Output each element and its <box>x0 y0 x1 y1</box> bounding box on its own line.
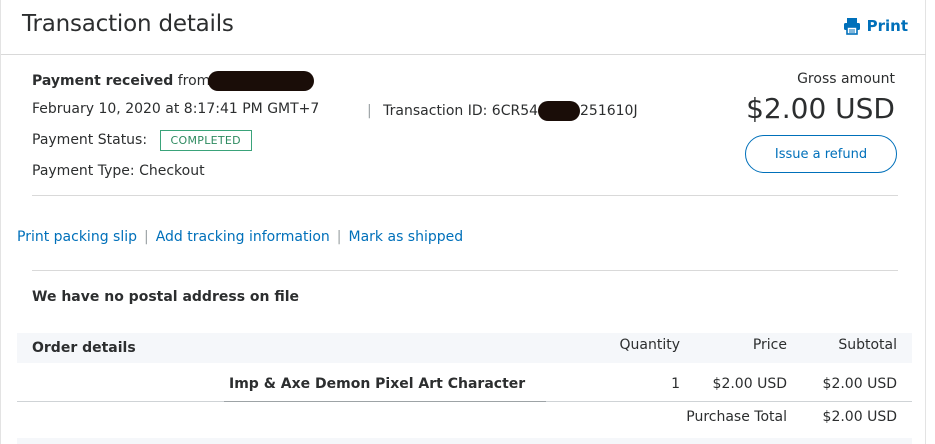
card-header: Transaction details Print <box>1 0 926 55</box>
item-subtotal: $2.00 USD <box>822 376 897 392</box>
summary-divider <box>32 195 898 196</box>
gross-amount: $2.00 USD <box>746 92 895 125</box>
item-quantity: 1 <box>671 376 680 392</box>
redacted-sender <box>208 71 315 91</box>
item-name: Imp & Axe Demon Pixel Art Character <box>229 376 526 392</box>
payment-received-line: Payment received from <box>32 71 315 91</box>
purchase-total-value: $2.00 USD <box>822 409 897 425</box>
printer-icon <box>843 18 860 35</box>
mark-shipped-link[interactable]: Mark as shipped <box>349 229 464 245</box>
payment-received-label: Payment received <box>32 73 174 89</box>
transaction-details-card: Transaction details Print Payment receiv… <box>0 0 926 444</box>
transaction-id-suffix: 251610J <box>580 103 638 119</box>
table-row: Imp & Axe Demon Pixel Art Character 1 $2… <box>17 376 912 402</box>
row-divider <box>17 401 224 402</box>
price-header: Price <box>752 337 787 353</box>
purchase-total-row: Purchase Total $2.00 USD <box>17 409 912 433</box>
separator: | <box>367 103 372 119</box>
transaction-id-label: Transaction ID: 6CR54 <box>383 103 539 119</box>
page-title: Transaction details <box>22 11 234 37</box>
order-actions: Print packing slip | Add tracking informat… <box>17 229 463 245</box>
postal-address-notice: We have no postal address on file <box>32 289 300 305</box>
row-divider <box>224 401 546 402</box>
payment-type: Payment Type: Checkout <box>32 163 205 179</box>
payment-status-line: Payment Status: COMPLETED <box>32 130 252 151</box>
issue-refund-button[interactable]: Issue a refund <box>745 135 897 173</box>
separator: | <box>336 229 342 245</box>
transaction-id-line: | Transaction ID: 6CR54 251610J <box>367 101 638 121</box>
print-label: Print <box>866 17 908 35</box>
order-details-title: Order details <box>32 340 136 356</box>
table-footer-bar <box>17 438 912 444</box>
separator: | <box>143 229 149 245</box>
add-tracking-link[interactable]: Add tracking information <box>156 229 330 245</box>
quantity-header: Quantity <box>619 337 681 353</box>
order-details-header: Order details Quantity Price Subtotal <box>17 333 912 363</box>
purchase-total-label: Purchase Total <box>686 409 787 425</box>
actions-divider <box>32 270 898 271</box>
payment-status-label: Payment Status: <box>32 132 148 148</box>
item-price: $2.00 USD <box>712 376 787 392</box>
print-packing-slip-link[interactable]: Print packing slip <box>17 229 137 245</box>
status-badge: COMPLETED <box>159 130 252 151</box>
row-divider <box>546 401 912 402</box>
from-label: from <box>177 73 211 89</box>
transaction-date: February 10, 2020 at 8:17:41 PM GMT+7 <box>32 101 320 117</box>
gross-amount-label: Gross amount <box>797 71 895 87</box>
subtotal-header: Subtotal <box>838 337 897 353</box>
redacted-transaction-id <box>538 101 581 121</box>
print-button[interactable]: Print <box>843 17 908 35</box>
